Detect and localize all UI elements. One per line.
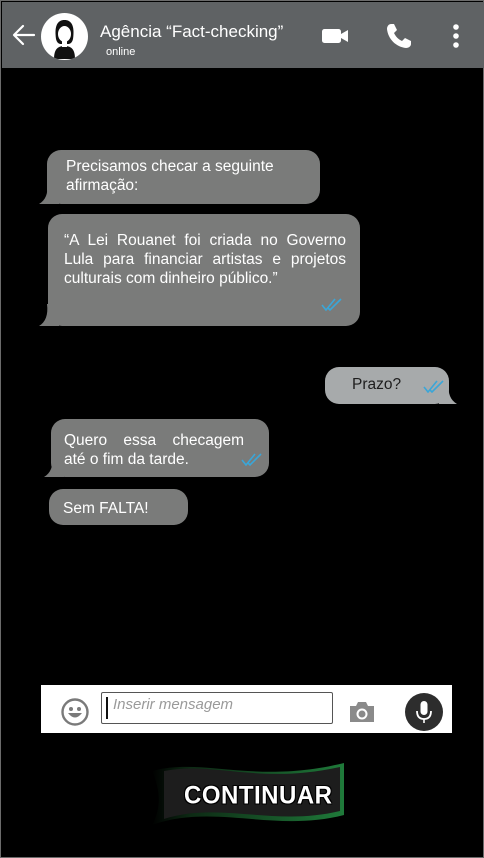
continue-label: CONTINUAR <box>184 781 333 810</box>
emoji-icon[interactable] <box>61 698 89 726</box>
message-text-line: Quero essa checagem <box>64 432 244 449</box>
double-check-icon <box>241 453 262 467</box>
message-text-line: Prazo? <box>352 376 402 393</box>
chat-header: Agência “Fact-checking” online <box>2 2 484 68</box>
continue-button[interactable]: CONTINUAR <box>144 759 348 831</box>
message-bubble-incoming[interactable]: Precisamos checar a seguinte afirmação: <box>39 150 320 204</box>
microphone-icon <box>416 701 432 723</box>
arrow-left-icon[interactable] <box>10 21 38 49</box>
phone-icon[interactable] <box>383 20 415 52</box>
kebab-menu-icon[interactable] <box>440 20 472 52</box>
message-text-line: “A Lei Rouanet foi criada no Governo <box>64 232 346 249</box>
message-input-placeholder: Inserir mensagem <box>113 696 234 713</box>
chat-screen: Agência “Fact-checking” online Precisamo… <box>0 0 484 858</box>
message-input[interactable]: Inserir mensagem <box>101 692 333 724</box>
contact-name[interactable]: Agência “Fact-checking” <box>100 22 283 42</box>
voice-record-button[interactable] <box>405 693 443 731</box>
message-composer: Inserir mensagem <box>41 685 452 733</box>
camera-icon[interactable] <box>347 700 377 724</box>
person-avatar-icon <box>54 20 75 59</box>
message-text-line: afirmação: <box>66 177 139 194</box>
video-camera-icon[interactable] <box>319 20 351 52</box>
avatar[interactable] <box>41 13 88 60</box>
message-text-line: culturais com dinheiro público.” <box>64 270 278 287</box>
message-bubble-incoming[interactable]: “A Lei Rouanet foi criada no Governo Lul… <box>39 214 360 326</box>
message-bubble-outgoing[interactable]: Prazo? <box>325 367 457 404</box>
message-text-line: Precisamos checar a seguinte <box>66 158 274 175</box>
contact-status: online <box>106 46 136 58</box>
message-text-line: Sem FALTA! <box>63 500 149 517</box>
double-check-icon <box>423 380 444 394</box>
message-text-line: Lula para financiar artistas e projetos <box>64 251 346 268</box>
message-bubble-incoming[interactable]: Sem FALTA! <box>49 489 188 525</box>
double-check-icon <box>321 298 342 312</box>
message-bubble-incoming[interactable]: Quero essa checagem até o fim da tarde. <box>44 419 269 477</box>
message-text-line: até o fim da tarde. <box>64 451 189 468</box>
text-caret <box>106 697 108 719</box>
